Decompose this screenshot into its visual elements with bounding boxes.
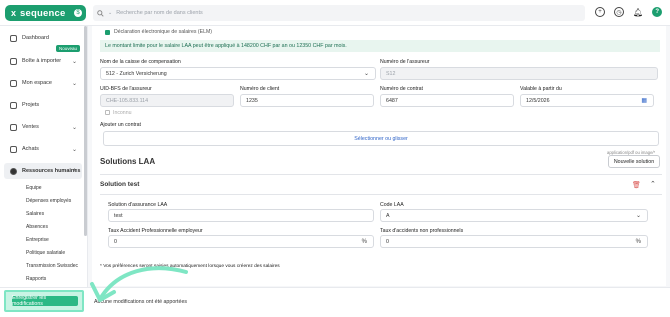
arrow-annotation [90,266,188,302]
